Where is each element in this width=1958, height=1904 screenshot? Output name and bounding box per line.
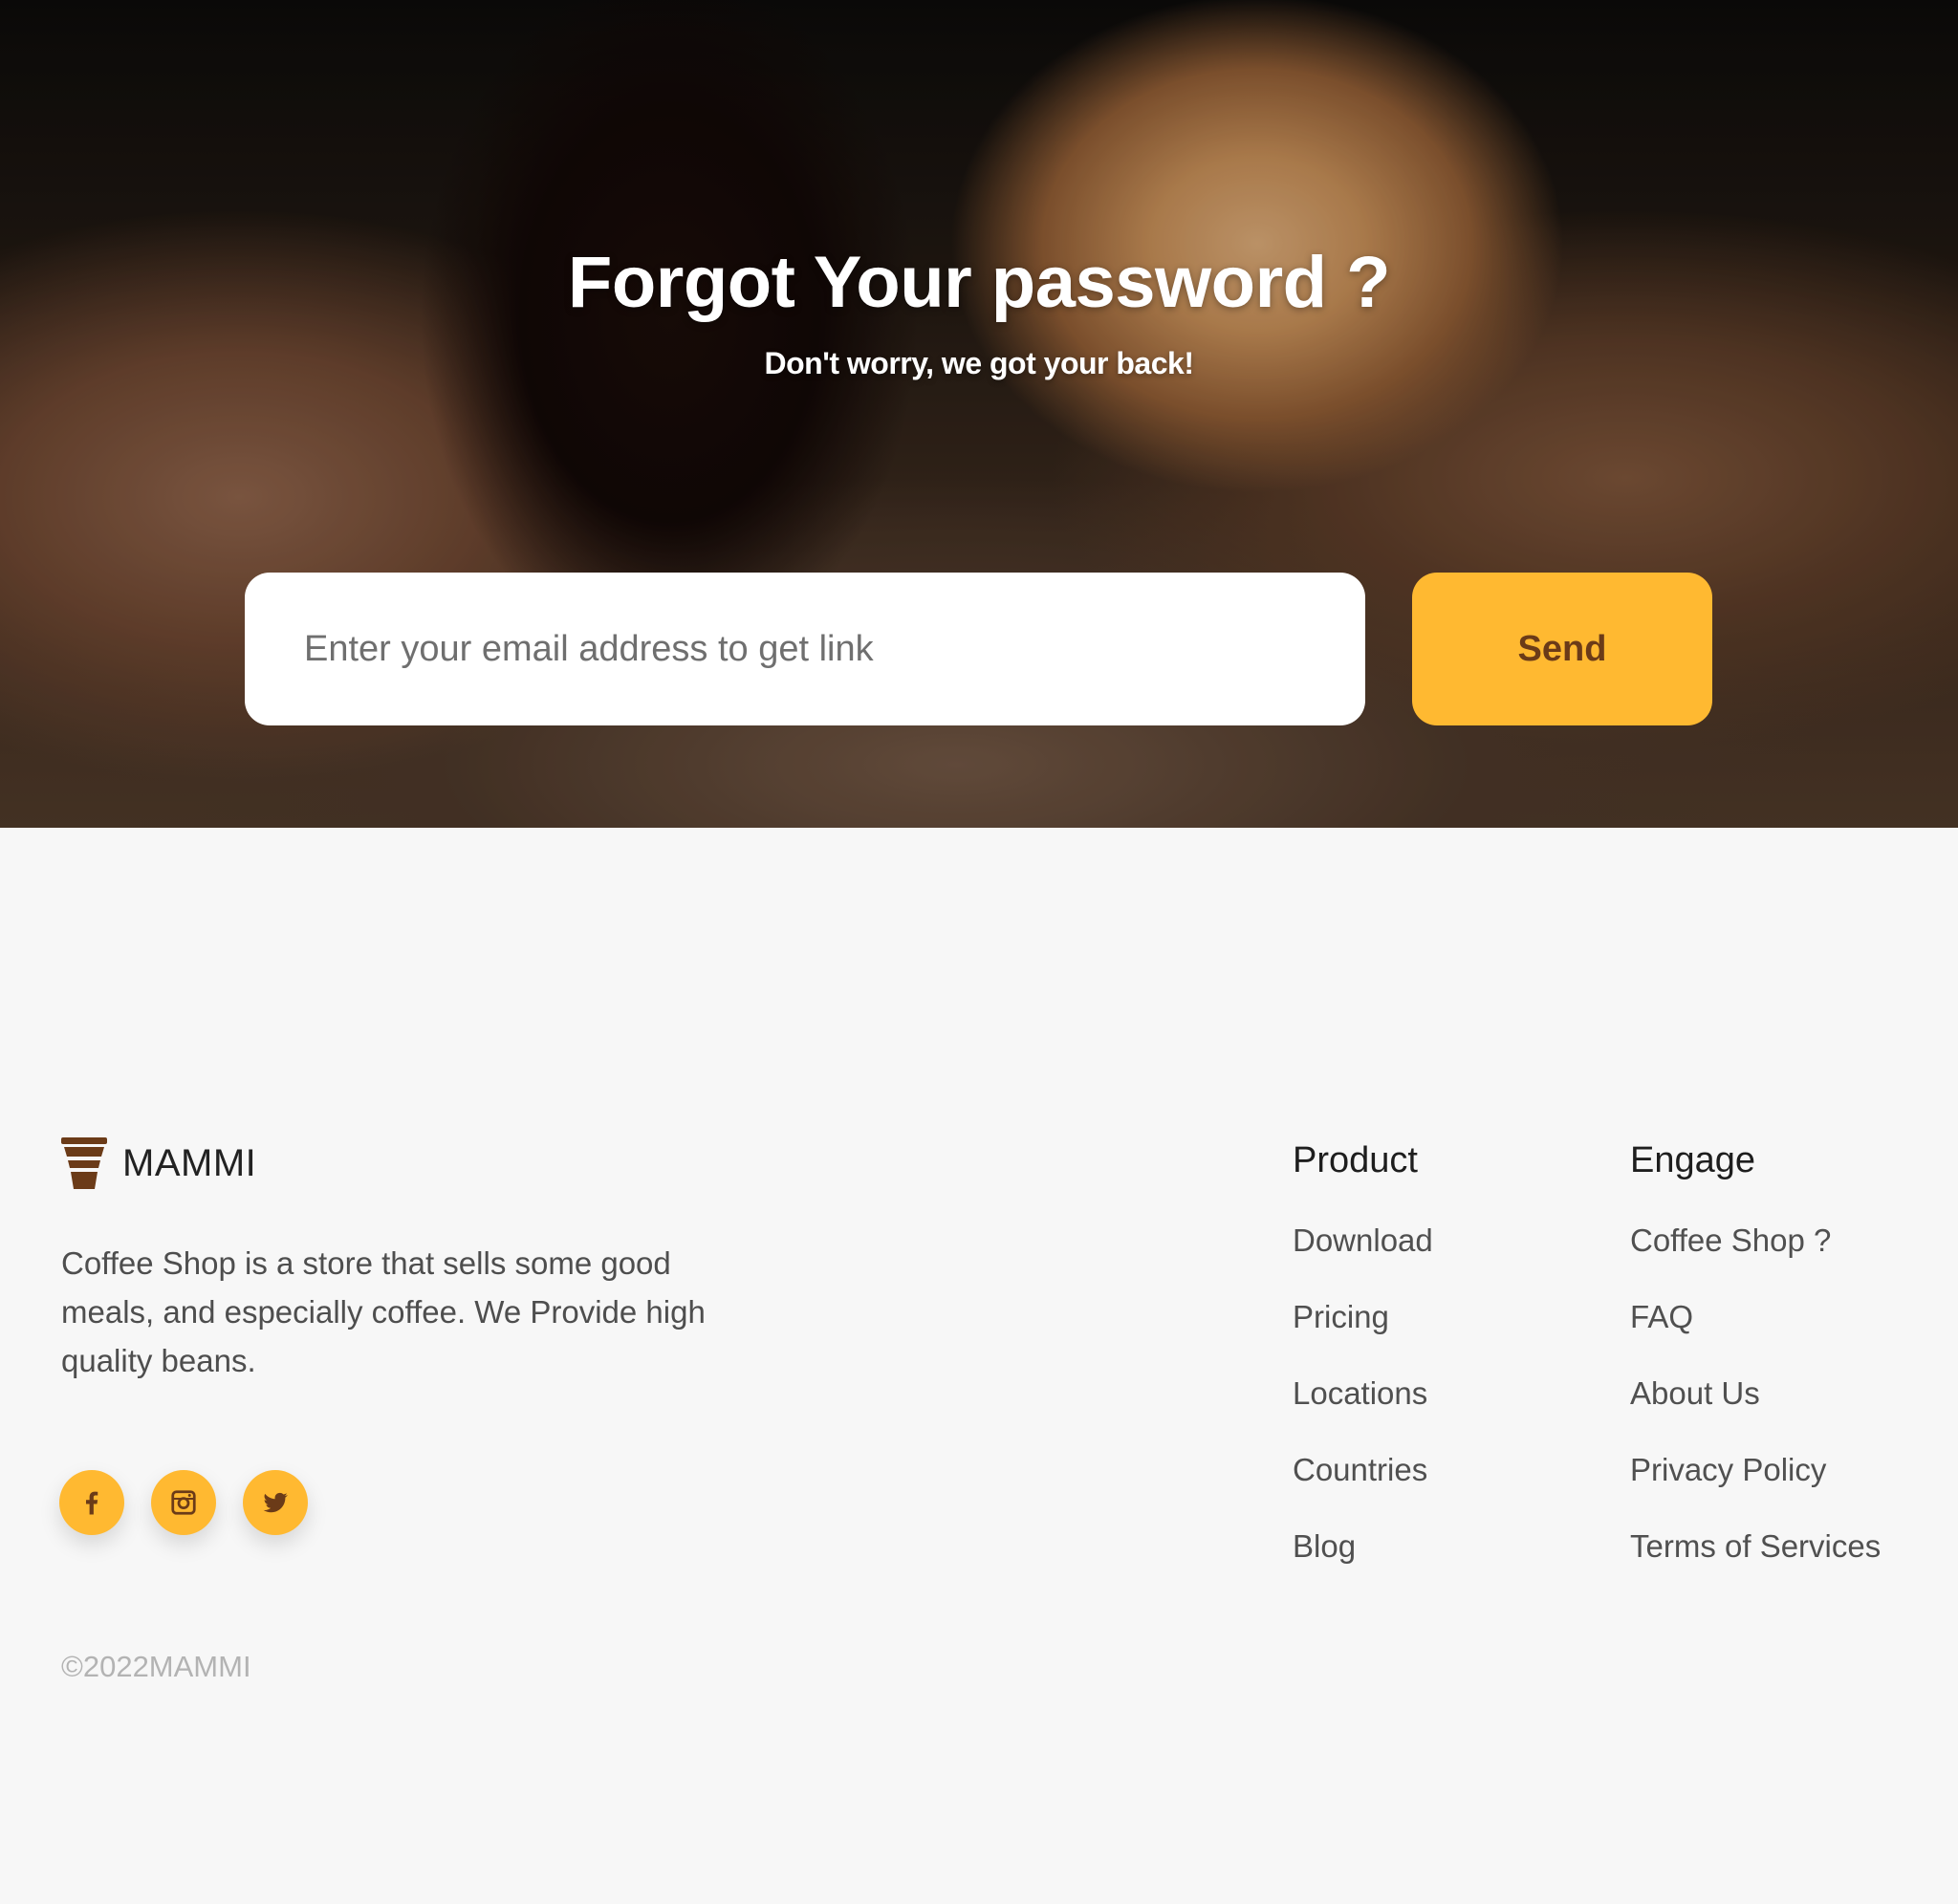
send-button[interactable]: Send (1412, 573, 1712, 725)
page-subtitle: Don't worry, we got your back! (764, 346, 1194, 380)
footer-link-about-us[interactable]: About Us (1630, 1375, 1760, 1411)
product-heading: Product (1293, 1140, 1418, 1180)
brand-name: MAMMI (122, 1141, 257, 1184)
footer-link-coffee-shop[interactable]: Coffee Shop ? (1630, 1222, 1831, 1258)
email-input[interactable] (245, 573, 1365, 725)
hero-section: Forgot Your password ? Don't worry, we g… (0, 0, 1958, 828)
footer-link-faq[interactable]: FAQ (1630, 1299, 1693, 1334)
social-links (59, 1470, 308, 1535)
brand-logo[interactable]: MAMMI (61, 1137, 256, 1189)
twitter-link[interactable] (243, 1470, 308, 1535)
instagram-link[interactable] (151, 1470, 216, 1535)
footer-link-countries[interactable]: Countries (1293, 1452, 1427, 1487)
footer-link-pricing[interactable]: Pricing (1293, 1299, 1389, 1334)
footer-link-terms[interactable]: Terms of Services (1630, 1528, 1881, 1564)
footer-link-blog[interactable]: Blog (1293, 1528, 1356, 1564)
instagram-icon (171, 1490, 196, 1515)
facebook-link[interactable] (59, 1470, 124, 1535)
product-links: Product Download Pricing Locations Count… (1293, 1136, 1433, 1600)
copyright: ©2022MAMMI (61, 1650, 251, 1683)
engage-heading: Engage (1630, 1140, 1756, 1180)
twitter-icon (263, 1492, 288, 1513)
page-title: Forgot Your password ? (567, 242, 1391, 323)
footer-link-download[interactable]: Download (1293, 1222, 1433, 1258)
about-text: Coffee Shop is a store that sells some g… (61, 1245, 706, 1378)
hero-content: Forgot Your password ? Don't worry, we g… (0, 0, 1958, 828)
coffee-cup-icon (61, 1137, 107, 1189)
facebook-icon (86, 1491, 98, 1515)
engage-links: Engage Coffee Shop ? FAQ About Us Privac… (1630, 1136, 1881, 1600)
footer-link-locations[interactable]: Locations (1293, 1375, 1427, 1411)
footer-link-privacy-policy[interactable]: Privacy Policy (1630, 1452, 1826, 1487)
